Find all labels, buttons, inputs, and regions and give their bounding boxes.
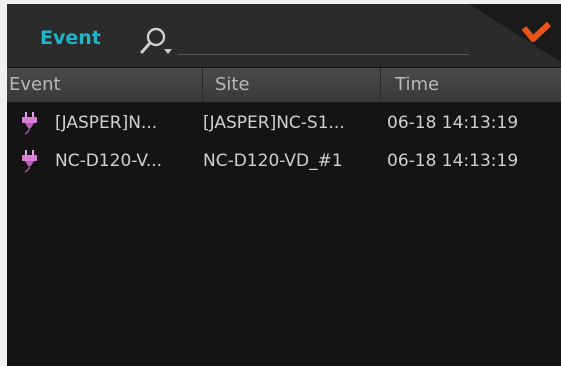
table-row[interactable]: [JASPER]N... [JASPER]NC-S1... 06-18 14:1… [7,103,561,141]
column-header-time[interactable]: Time [380,68,561,102]
table-body: [JASPER]N... [JASPER]NC-S1... 06-18 14:1… [7,103,561,179]
table-row[interactable]: NC-D120-V... NC-D120-VD_#1 06-18 14:13:1… [7,141,561,179]
cell-time: 06-18 14:13:19 [387,113,519,133]
cell-time: 06-18 14:13:19 [387,151,519,171]
cell-event: NC-D120-V... [55,151,163,171]
search-icon[interactable] [137,24,177,58]
table-header: Event Site Time [7,68,561,103]
confirm-check-icon[interactable] [469,4,561,67]
event-panel: Event Event Site Time [JASPER]N... [JASP… [7,4,561,366]
cell-site: NC-D120-VD_#1 [203,151,343,171]
search-input[interactable] [178,54,469,55]
cell-site: [JASPER]NC-S1... [203,113,345,133]
plug-icon [21,110,39,136]
column-header-site[interactable]: Site [202,68,380,102]
panel-header: Event [7,4,561,67]
cell-event: [JASPER]N... [55,113,158,133]
column-header-event[interactable]: Event [7,68,202,102]
plug-icon [21,148,39,174]
panel-title: Event [40,27,101,49]
